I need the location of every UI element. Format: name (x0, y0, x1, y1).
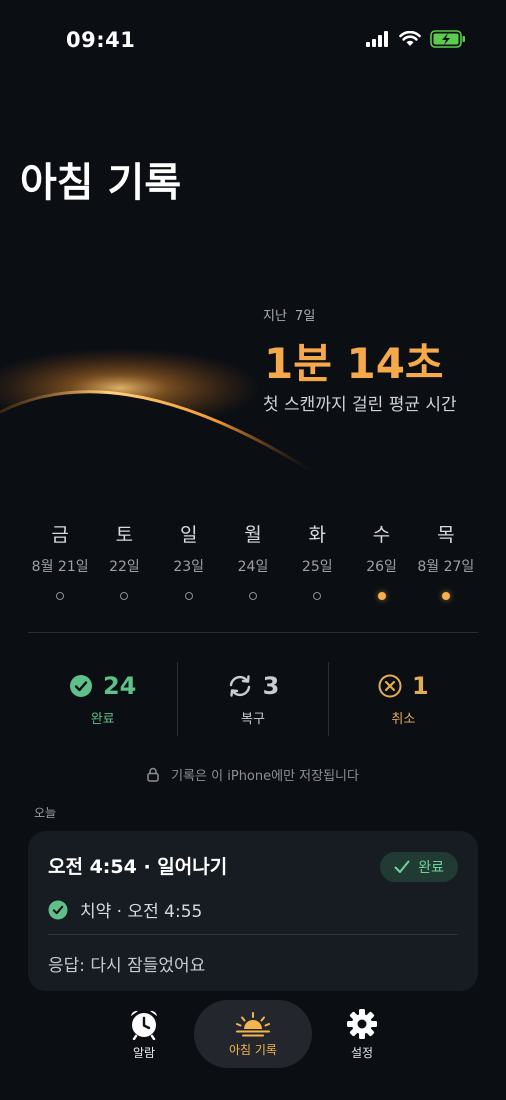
day-status-dot (184, 592, 193, 600)
section-divider (28, 632, 478, 633)
signal-icon (366, 31, 388, 47)
day-date: 8월 27일 (417, 559, 475, 575)
tab-morning-record-label: 아침 기록 (229, 1042, 277, 1057)
day-name: 수 (372, 524, 391, 546)
recovered-stat: 3 복구 (177, 662, 327, 736)
day-column[interactable]: 화 25일 (285, 520, 349, 600)
day-name: 화 (308, 524, 326, 546)
entry-task-row: 치약 · 오전 4:55 (48, 897, 202, 922)
gear-icon (347, 1008, 377, 1039)
day-status-dot (377, 592, 386, 600)
today-section-label: 오늘 (34, 806, 57, 820)
day-date: 24일 (237, 559, 269, 575)
entry-title: 오전 4:54 · 일어나기 (48, 856, 228, 878)
status-time: 09:41 (66, 28, 136, 52)
card-divider (48, 934, 458, 935)
status-icons (366, 30, 466, 48)
day-date: 8월 21일 (31, 559, 89, 575)
check-circle-icon (48, 900, 68, 919)
cancelled-stat: 1 취소 (327, 662, 478, 736)
check-circle-icon (69, 674, 92, 697)
tab-morning-record[interactable]: 아침 기록 (194, 1000, 312, 1068)
average-time-description: 첫 스캔까지 걸린 평균 시간 (263, 395, 457, 415)
day-status-dot (120, 592, 129, 600)
recovered-count: 3 (262, 671, 280, 700)
day-column[interactable]: 수 26일 (349, 520, 413, 600)
day-name: 금 (51, 524, 69, 546)
lock-icon (147, 767, 159, 782)
day-name: 토 (115, 524, 134, 546)
completed-count: 24 (102, 671, 137, 700)
today-entry-card[interactable]: 오전 4:54 · 일어나기 완료 치약 · 오전 4:55 응답: 다시 잠들… (28, 831, 478, 991)
tab-settings-label: 설정 (350, 1045, 374, 1060)
page-title: 아침 기록 (20, 160, 182, 206)
day-date: 22일 (109, 559, 140, 575)
average-time-value: 1분 14초 (264, 339, 444, 388)
checkmark-icon (394, 860, 410, 873)
day-status-dot (56, 592, 65, 600)
tab-alarm-label: 알람 (132, 1045, 156, 1060)
wifi-icon (399, 31, 421, 46)
summary-stats: 24 완료 3 복구 1 취소 (28, 662, 478, 736)
sunrise-icon (236, 1011, 270, 1036)
day-column[interactable]: 월 24일 (221, 520, 285, 600)
entry-task-text: 치약 · 오전 4:55 (80, 902, 203, 922)
alarm-clock-icon (131, 1010, 157, 1040)
day-column[interactable]: 목 8월 27일 (414, 520, 478, 600)
day-status-dot (313, 592, 322, 600)
status-badge: 완료 (380, 852, 458, 882)
cancelled-label: 취소 (391, 711, 416, 727)
day-column[interactable]: 토 22일 (92, 520, 156, 600)
day-column[interactable]: 일 23일 (157, 520, 221, 600)
status-badge-label: 완료 (418, 860, 444, 876)
day-date: 23일 (173, 559, 205, 575)
week-strip: 금 8월 21일 토 22일 일 23일 월 24일 화 25일 수 26일 목… (28, 520, 478, 600)
recovered-label: 복구 (241, 711, 265, 727)
refresh-icon (229, 674, 250, 697)
stat-period-caption: 지난 7일 (263, 309, 316, 324)
day-date: 26일 (366, 559, 397, 575)
day-name: 일 (179, 524, 198, 546)
day-status-dot (248, 592, 257, 600)
day-column[interactable]: 금 8월 21일 (28, 520, 92, 600)
privacy-text: 기록은 이 iPhone에만 저장됩니다 (171, 769, 359, 784)
tab-settings[interactable]: 설정 (326, 1000, 398, 1068)
day-name: 목 (437, 524, 455, 546)
battery-charging-icon (430, 30, 465, 48)
x-circle-icon (378, 674, 402, 697)
tab-alarm[interactable]: 알람 (108, 1000, 180, 1068)
day-name: 월 (244, 524, 262, 546)
completed-stat: 24 완료 (28, 662, 177, 736)
completed-label: 완료 (90, 711, 115, 727)
entry-response: 응답: 다시 잠들었어요 (48, 956, 206, 976)
day-status-dot (441, 592, 450, 600)
privacy-note: 기록은 이 iPhone에만 저장됩니다 (0, 765, 506, 784)
day-date: 25일 (301, 559, 333, 575)
cancelled-count: 1 (411, 671, 429, 700)
